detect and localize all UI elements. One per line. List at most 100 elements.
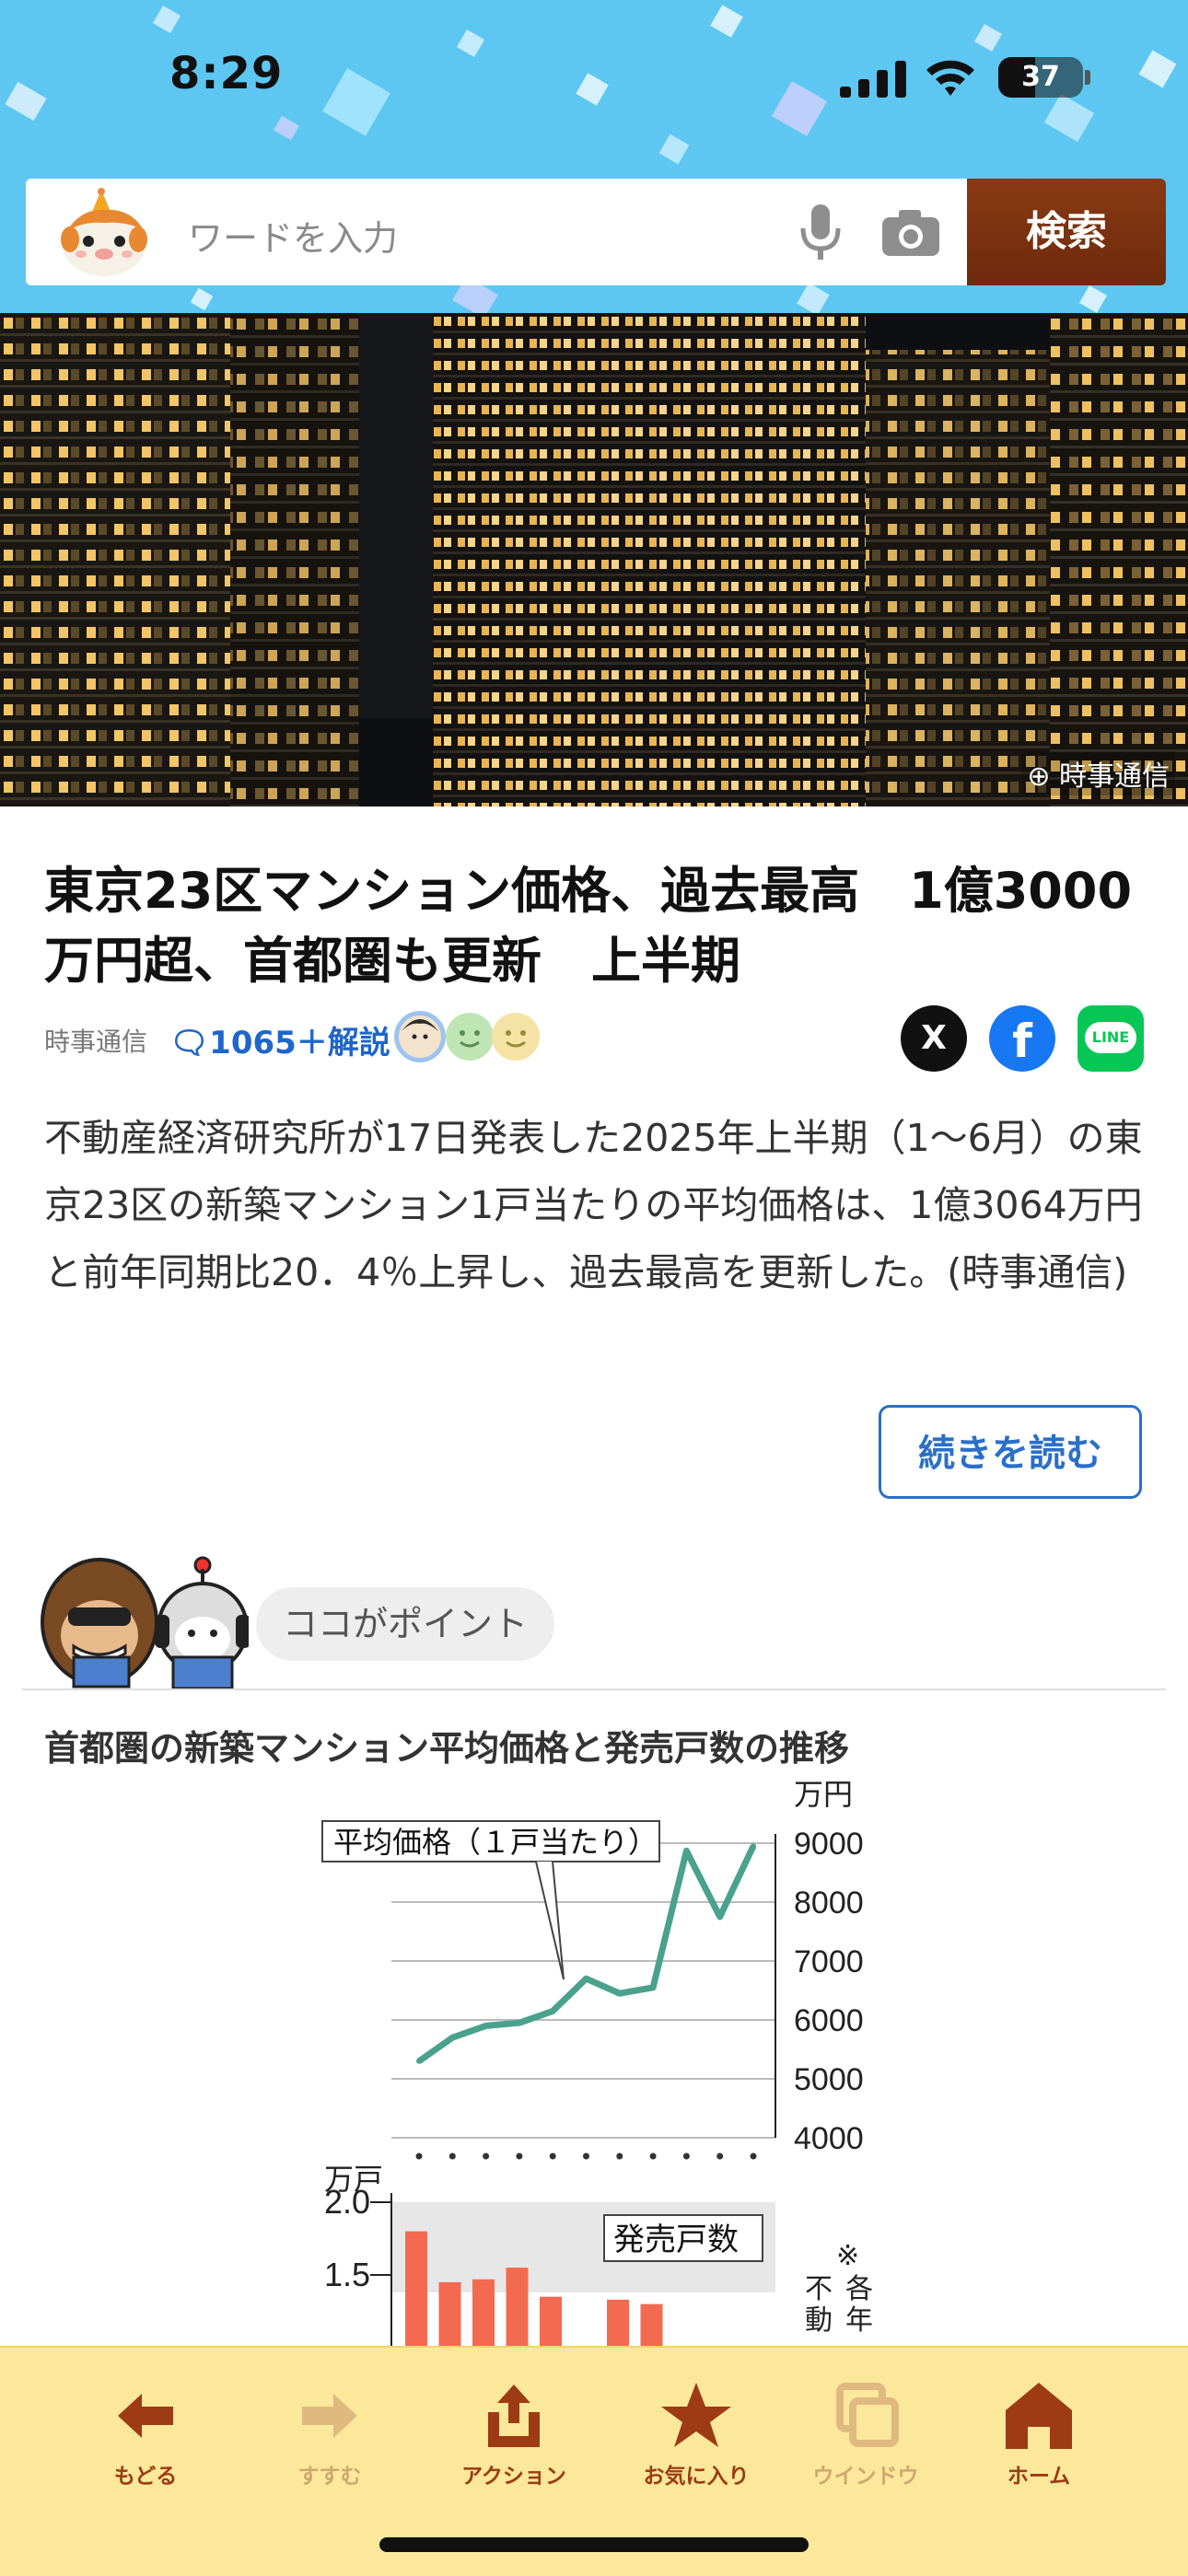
status-time: 8:29: [169, 48, 284, 99]
nav-window[interactable]: ウインドウ: [792, 2379, 939, 2489]
bar-tick-label: 1.5: [324, 2256, 370, 2293]
price-chart[interactable]: 900080007000600050004000万円平均価格（１戸当たり）万戸2…: [0, 1777, 1188, 2348]
star-icon: [661, 2383, 731, 2447]
dot-separator: [716, 2152, 724, 2160]
confetti-decoration: [152, 5, 181, 34]
cellular-signal-icon: [840, 61, 906, 98]
back-arrow-icon: [118, 2394, 173, 2438]
hero-image[interactable]: ⊕ 時事通信: [0, 313, 1188, 806]
confetti-decoration: [771, 80, 828, 137]
battery-level: 37: [1021, 61, 1060, 93]
line-icon: LINE: [1085, 1022, 1136, 1053]
facebook-icon: f: [1012, 1015, 1032, 1068]
dot-separator: [549, 2152, 556, 2160]
confetti-decoration: [797, 283, 830, 313]
confetti-decoration: [322, 68, 390, 136]
chart-note-text: 動: [805, 2304, 833, 2337]
battery-cap: [1085, 70, 1090, 85]
price-point: [683, 1848, 690, 1854]
price-point: [716, 1914, 723, 1920]
nav-forward-label: すすむ: [297, 2465, 362, 2489]
dot-separator: [750, 2152, 757, 2160]
share-facebook-button[interactable]: f: [989, 1005, 1055, 1072]
price-point: [416, 2058, 422, 2064]
camera-icon[interactable]: [879, 206, 943, 258]
y-tick-label: 6000: [794, 2003, 864, 2038]
wifi-icon: [923, 53, 978, 99]
dot-separator: [415, 2152, 423, 2160]
bar: [438, 2281, 461, 2348]
y-tick-label: 8000: [794, 1886, 864, 1920]
comment-icon: 🗨: [169, 1025, 210, 1062]
bar: [607, 2299, 629, 2348]
nav-forward[interactable]: すすむ: [256, 2379, 403, 2489]
y-tick-label: 9000: [794, 1827, 864, 1862]
price-point: [449, 2035, 456, 2041]
nav-back-label: もどる: [113, 2465, 178, 2489]
confetti-decoration: [1078, 284, 1108, 313]
dot-separator: [583, 2152, 589, 2160]
photo-credit-text: 時事通信: [1059, 760, 1170, 793]
price-point: [483, 2023, 489, 2029]
bar-series-label: 発売戸数: [613, 2222, 739, 2258]
header: 8:29 37 ワードを入力 検索: [0, 0, 1188, 313]
window-icon: [836, 2383, 899, 2447]
nav-back[interactable]: もどる: [72, 2379, 219, 2489]
forward-arrow-icon: [302, 2394, 357, 2438]
nav-action[interactable]: アクション: [440, 2379, 588, 2489]
nav-window-label: ウインドウ: [812, 2465, 919, 2489]
dot-separator: [516, 2152, 523, 2160]
bar: [405, 2231, 427, 2348]
price-line: [416, 1844, 757, 2064]
x-icon: X: [921, 1019, 947, 1057]
y-unit-label: 万円: [794, 1778, 853, 1811]
bar-tick-label: 2.0: [324, 2183, 370, 2221]
nav-favorite-label: お気に入り: [643, 2465, 750, 2489]
article-source[interactable]: 時事通信: [44, 1022, 147, 1059]
price-point: [583, 1976, 589, 1982]
dot-separator: [649, 2152, 657, 2160]
share-x-button[interactable]: X: [901, 1005, 967, 1072]
mascot-logo-icon[interactable]: [53, 188, 155, 280]
series-label: 平均価格（１戸当たり）: [333, 1825, 658, 1860]
price-point: [516, 2020, 522, 2026]
home-indicator[interactable]: [379, 2537, 809, 2552]
y-tick-label: 5000: [794, 2062, 864, 2097]
battery-icon: 37: [998, 57, 1083, 98]
dot-separator: [483, 2152, 490, 2160]
price-point: [751, 1843, 756, 1850]
search-input[interactable]: ワードを入力: [188, 210, 398, 261]
read-more-button[interactable]: 続きを読む: [879, 1405, 1142, 1499]
comments-link[interactable]: 🗨1065＋解説: [169, 1017, 390, 1062]
chart-note-text: 各: [845, 2273, 873, 2305]
price-point: [616, 1990, 623, 1997]
bar: [472, 2279, 495, 2348]
dot-separator: [616, 2152, 623, 2160]
price-point: [550, 2008, 556, 2014]
nav-favorite[interactable]: お気に入り: [623, 2379, 770, 2489]
point-characters-icon: [37, 1550, 250, 1694]
confetti-decoration: [456, 29, 485, 58]
confetti-decoration: [5, 81, 47, 122]
search-button[interactable]: 検索: [967, 179, 1166, 285]
point-label[interactable]: ココがポイント: [256, 1587, 554, 1661]
commenter-avatars[interactable]: [390, 1007, 547, 1066]
article-body: 不動産経済研究所が17日発表した2025年上半期（1～6月）の東京23区の新築マ…: [44, 1116, 1143, 1294]
zoom-icon[interactable]: ⊕: [1027, 760, 1050, 793]
confetti-decoration: [658, 133, 690, 165]
chart-note-text: ※: [836, 2240, 859, 2272]
nav-home[interactable]: ホーム: [965, 2379, 1112, 2489]
nav-action-label: アクション: [461, 2465, 566, 2489]
confetti-decoration: [576, 73, 609, 106]
share-line-button[interactable]: LINE: [1077, 1005, 1144, 1072]
confetti-decoration: [1138, 50, 1177, 88]
section-divider: [22, 1688, 1166, 1690]
share-action-icon: [488, 2385, 540, 2447]
dot-separator: [682, 2152, 690, 2160]
bar: [540, 2296, 562, 2348]
home-icon: [1006, 2383, 1072, 2449]
search-bar[interactable]: ワードを入力 検索: [26, 179, 1166, 285]
article-title: 東京23区マンション価格、過去最高 1億3000万円超、首都圏も更新 上半期: [44, 862, 1133, 990]
chart-note-text: 年: [845, 2304, 873, 2337]
microphone-icon[interactable]: [798, 203, 844, 263]
